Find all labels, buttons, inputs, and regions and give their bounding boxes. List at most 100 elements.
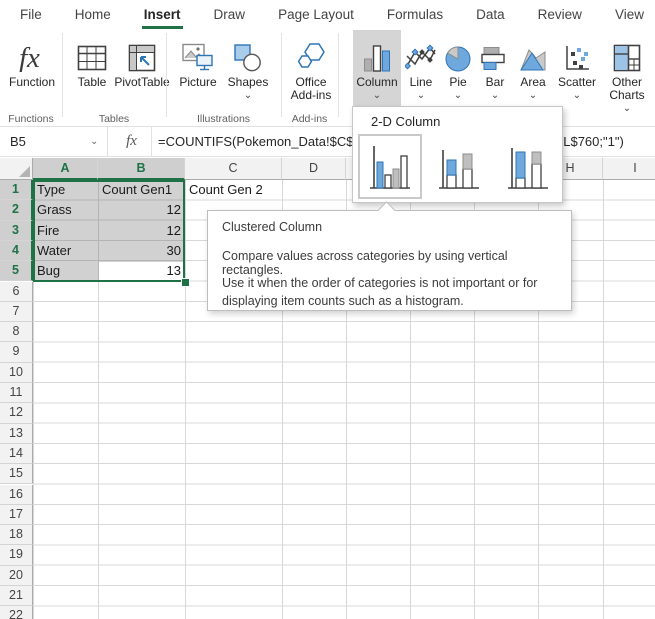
ribbon-separator (281, 33, 282, 117)
row-header-8[interactable]: 8 (0, 322, 33, 342)
row-header-5[interactable]: 5 (0, 261, 33, 281)
row-header-16[interactable]: 16 (0, 485, 33, 505)
group-label-illustrations: Illustrations (166, 113, 281, 125)
column-header-D[interactable]: D (282, 158, 346, 180)
svg-text:fx: fx (19, 42, 40, 72)
tab-formulas[interactable]: Formulas (385, 0, 445, 29)
tab-file[interactable]: File (18, 0, 44, 29)
row-header-12[interactable]: 12 (0, 403, 33, 423)
fill-handle[interactable] (181, 278, 190, 287)
line-chart-button[interactable]: Line ⌄ (404, 30, 438, 112)
tab-page-layout[interactable]: Page Layout (276, 0, 356, 29)
row-header-22[interactable]: 22 (0, 606, 33, 619)
chevron-down-icon: ⌄ (373, 92, 381, 99)
row-header-17[interactable]: 17 (0, 505, 33, 525)
area-chart-button[interactable]: Area ⌄ (514, 30, 552, 112)
tooltip-description: Compare values across categories by usin… (222, 249, 570, 277)
line-chart-icon (405, 38, 437, 72)
chevron-down-icon: ⌄ (573, 92, 581, 99)
clustered-column-icon (367, 142, 413, 192)
column-header-I[interactable]: I (603, 158, 655, 180)
chevron-down-icon: ⌄ (623, 105, 631, 112)
row-header-19[interactable]: 19 (0, 545, 33, 565)
chevron-down-icon: ⌄ (417, 92, 425, 99)
fx-icon: fx (15, 38, 49, 72)
table-button[interactable]: Table (68, 30, 116, 112)
pie-chart-button[interactable]: Pie ⌄ (441, 30, 475, 112)
tab-view[interactable]: View (613, 0, 646, 29)
tab-review[interactable]: Review (536, 0, 584, 29)
row-header-3[interactable]: 3 (0, 221, 33, 241)
grid-line-vertical (185, 180, 186, 619)
select-all-corner[interactable] (0, 158, 33, 180)
tab-home[interactable]: Home (73, 0, 113, 29)
column-header-A[interactable]: A (33, 158, 98, 180)
other-charts-button[interactable]: Other Charts⌄ (602, 30, 652, 112)
table-icon (77, 38, 107, 72)
tab-draw[interactable]: Draw (212, 0, 248, 29)
row-header-20[interactable]: 20 (0, 566, 33, 586)
row-header-18[interactable]: 18 (0, 525, 33, 545)
chevron-down-icon: ⌄ (244, 92, 252, 99)
tab-insert[interactable]: Insert (142, 0, 183, 29)
selection-border (33, 180, 185, 282)
group-label-tables: Tables (62, 113, 166, 125)
group-label-functions: Functions (0, 113, 62, 125)
function-button[interactable]: fx Function (4, 30, 60, 112)
hundred-percent-stacked-column-option[interactable] (496, 134, 560, 199)
column-chart-icon (363, 38, 391, 72)
other-charts-icon (613, 38, 641, 72)
column-chart-dropdown: 2-D Column (352, 106, 563, 203)
tab-data[interactable]: Data (474, 0, 507, 29)
stacked-column-icon (436, 142, 482, 192)
ribbon-separator (338, 33, 339, 117)
column-header-C[interactable]: C (185, 158, 282, 180)
column-header-B[interactable]: B (98, 158, 185, 180)
menu-bar: File Home Insert Draw Page Layout Formul… (0, 0, 655, 29)
stacked-column-option[interactable] (427, 134, 491, 199)
ribbon-separator (62, 33, 63, 117)
dropdown-section-title: 2-D Column (371, 114, 440, 129)
row-header-1[interactable]: 1 (0, 180, 33, 200)
tooltip-usage: Use it when the order of categories is n… (222, 274, 574, 310)
row-header-7[interactable]: 7 (0, 302, 33, 322)
office-addins-icon (296, 38, 326, 72)
formula-input-tail[interactable]: $L$760;"1") (556, 127, 624, 156)
row-header-10[interactable]: 10 (0, 363, 33, 383)
office-addins-button[interactable]: Office Add-ins (284, 30, 338, 112)
pivottable-button[interactable]: PivotTable (116, 30, 168, 112)
column-chart-button[interactable]: Column ⌄ (353, 30, 401, 112)
ribbon-separator (166, 33, 167, 117)
row-header-11[interactable]: 11 (0, 383, 33, 403)
picture-button[interactable]: Picture (174, 30, 222, 112)
grid-line-vertical (603, 180, 604, 619)
pivottable-icon (128, 38, 156, 72)
hundred-percent-stacked-column-icon (505, 142, 551, 192)
row-header-9[interactable]: 9 (0, 342, 33, 362)
name-box-value: B5 (10, 134, 26, 149)
row-header-14[interactable]: 14 (0, 444, 33, 464)
excel-window: File Home Insert Draw Page Layout Formul… (0, 0, 655, 619)
shapes-icon (234, 38, 262, 72)
shapes-button[interactable]: Shapes ⌄ (222, 30, 274, 112)
bar-chart-button[interactable]: Bar ⌄ (478, 30, 512, 112)
clustered-column-option[interactable] (358, 134, 422, 199)
formula-input[interactable]: =COUNTIFS(Pokemon_Data!$C$ (158, 127, 353, 156)
row-header-4[interactable]: 4 (0, 241, 33, 261)
group-label-addins: Add-ins (281, 113, 338, 125)
row-header-2[interactable]: 2 (0, 200, 33, 220)
picture-icon (182, 38, 214, 72)
row-header-13[interactable]: 13 (0, 424, 33, 444)
scatter-chart-button[interactable]: Scatter ⌄ (554, 30, 600, 112)
scatter-chart-icon (564, 38, 590, 72)
name-box[interactable]: B5 ⌄ (0, 127, 108, 156)
insert-function-button[interactable]: fx (112, 127, 152, 156)
chevron-down-icon: ⌄ (454, 92, 462, 99)
row-header-6[interactable]: 6 (0, 282, 33, 302)
pie-chart-icon (444, 38, 472, 72)
row-header-15[interactable]: 15 (0, 464, 33, 484)
row-header-21[interactable]: 21 (0, 586, 33, 606)
grid-cell-C1[interactable]: Count Gen 2 (185, 180, 282, 200)
chevron-down-icon[interactable]: ⌄ (90, 127, 98, 156)
tooltip-title: Clustered Column (222, 220, 322, 234)
